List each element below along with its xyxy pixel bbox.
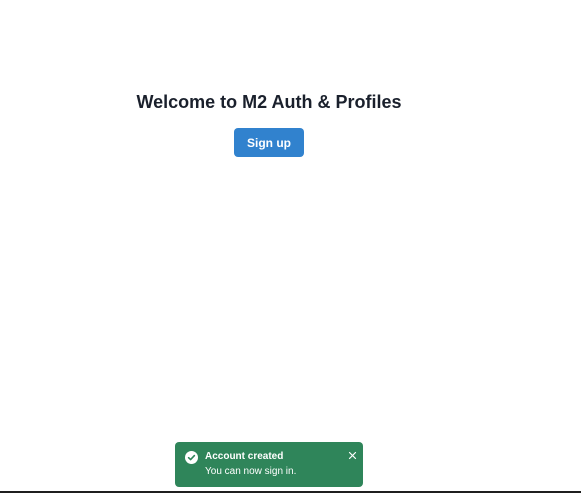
success-toast: Account created You can now sign in. (175, 442, 363, 487)
page-title: Welcome to M2 Auth & Profiles (136, 92, 402, 112)
close-icon[interactable] (348, 447, 357, 460)
toast-description: You can now sign in. (205, 466, 297, 477)
toast-title: Account created (205, 451, 284, 462)
sign-up-button[interactable]: Sign up (234, 128, 304, 157)
page: Welcome to M2 Auth & Profiles Sign up Ac… (0, 0, 581, 493)
check-circle-icon (185, 451, 198, 464)
